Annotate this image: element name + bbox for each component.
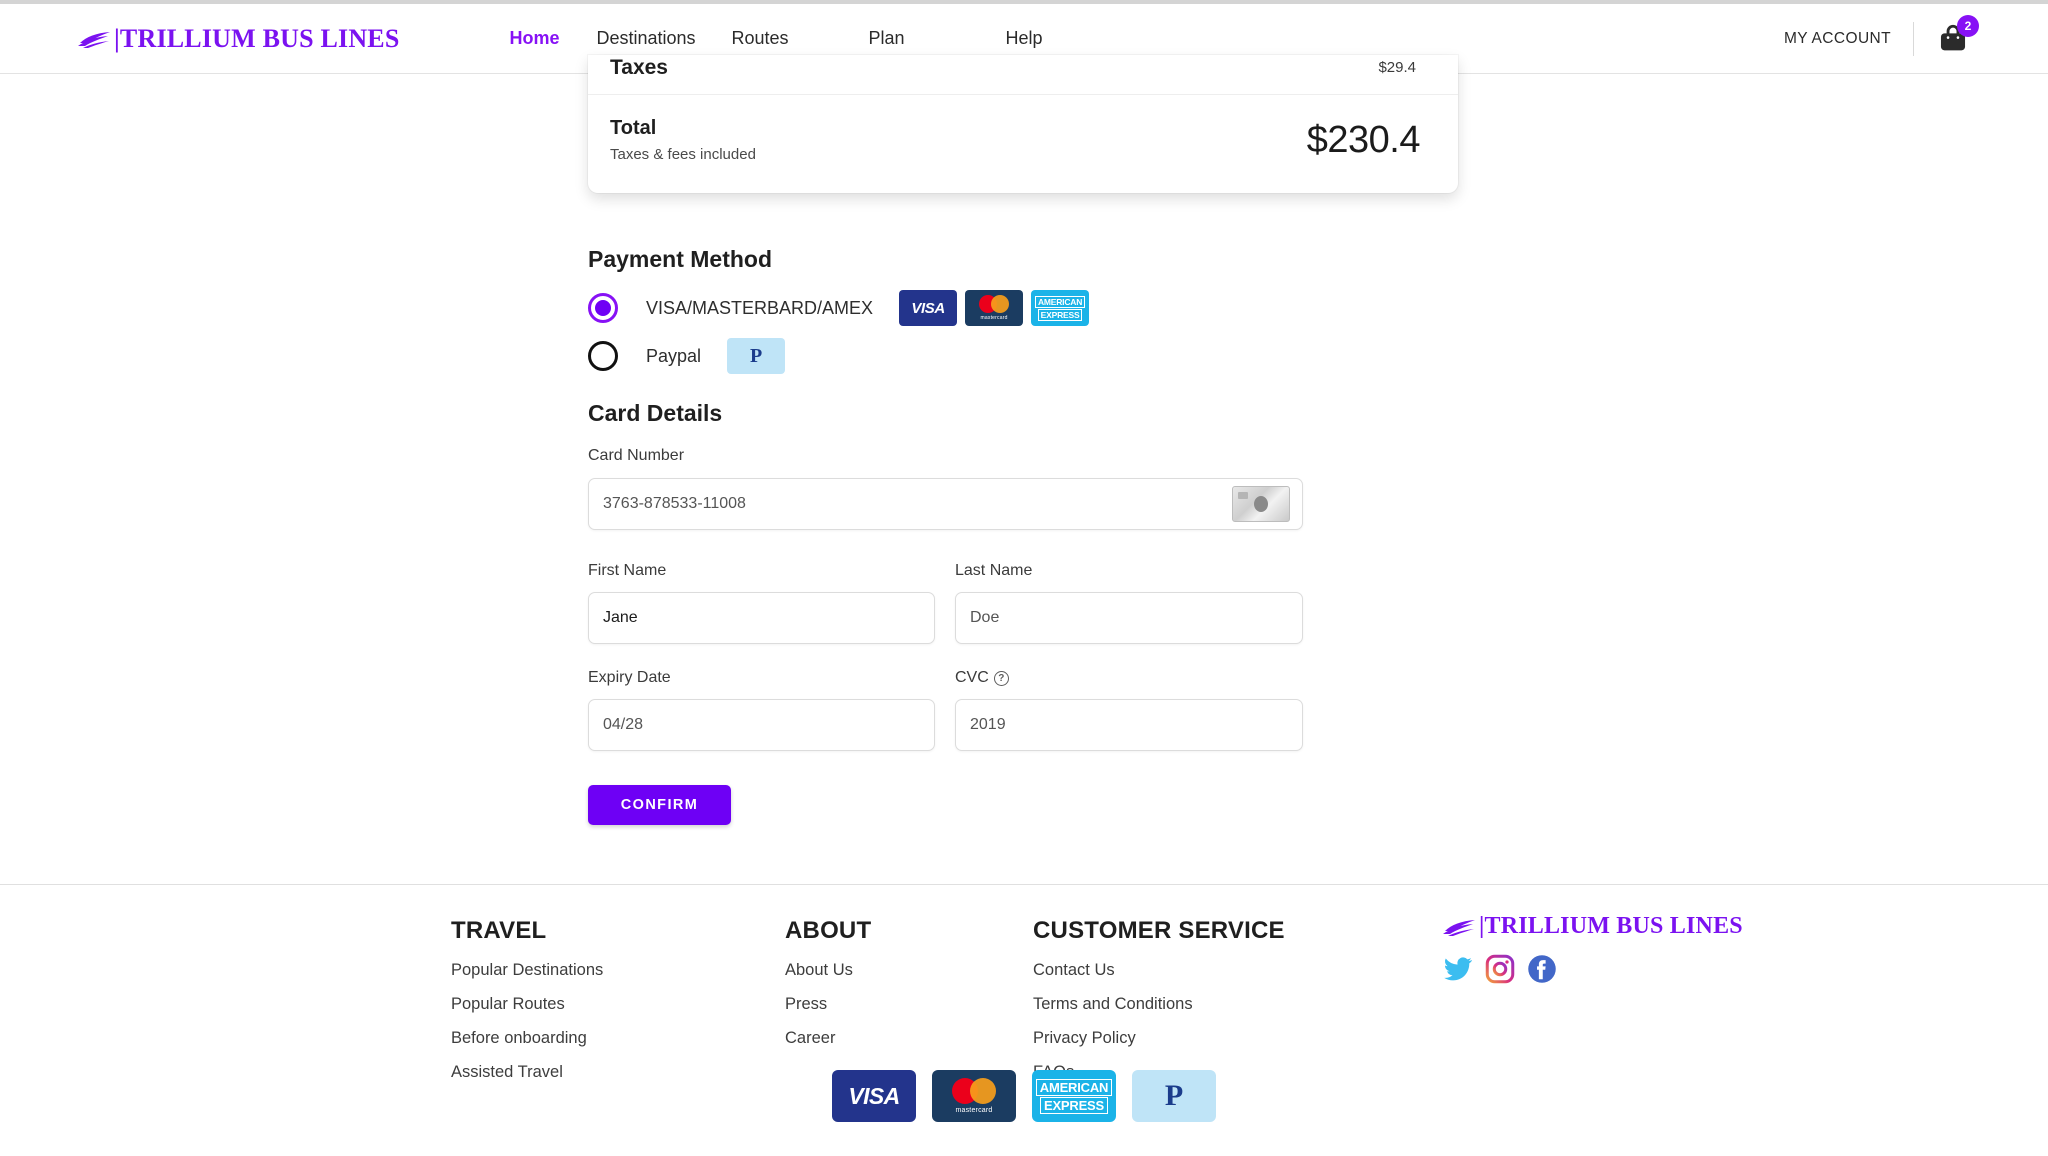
footer-link-career[interactable]: Career <box>785 1029 871 1048</box>
total-label: Total <box>610 117 756 140</box>
payment-option-paypal-label: Paypal <box>646 346 701 367</box>
my-account-link[interactable]: MY ACCOUNT <box>1784 30 1891 48</box>
footer-logo[interactable]: |TRILLIUM BUS LINES <box>1443 913 1743 940</box>
site-logo[interactable]: |TRILLIUM BUS LINES <box>78 24 400 54</box>
footer-column-about: ABOUT About Us Press Career <box>785 917 871 1063</box>
taxes-value: $29.4 <box>1378 59 1416 76</box>
footer-paypal-logo-icon: P <box>1132 1070 1216 1122</box>
last-name-label: Last Name <box>955 562 1032 580</box>
header-divider <box>1913 22 1914 56</box>
visa-logo-icon: VISA <box>899 290 957 326</box>
facebook-icon[interactable] <box>1527 954 1557 984</box>
first-name-input[interactable] <box>589 609 934 627</box>
twitter-icon[interactable] <box>1443 954 1473 984</box>
footer-link-before-onboarding[interactable]: Before onboarding <box>451 1029 603 1048</box>
footer-link-about-us[interactable]: About Us <box>785 961 871 980</box>
footer-link-terms[interactable]: Terms and Conditions <box>1033 995 1285 1014</box>
checkout-page: |TRILLIUM BUS LINES Home Destinations Ro… <box>0 0 2048 1156</box>
payment-option-paypal[interactable]: Paypal P <box>588 338 785 374</box>
footer-payment-logos: VISA mastercard AMERICANEXPRESS P <box>0 1070 2048 1122</box>
first-name-label: First Name <box>588 562 666 580</box>
payment-option-card[interactable]: VISA/MASTERBARD/AMEX VISA mastercard AME… <box>588 290 1089 326</box>
footer-cs-title: CUSTOMER SERVICE <box>1033 917 1285 945</box>
footer-link-privacy[interactable]: Privacy Policy <box>1033 1029 1285 1048</box>
mastercard-logo-icon: mastercard <box>965 290 1023 326</box>
card-brand-logos: VISA mastercard AMERICANEXPRESS <box>899 290 1089 326</box>
cart-badge-count: 2 <box>1957 15 1979 37</box>
expiry-date-label: Expiry Date <box>588 669 671 687</box>
header-actions: MY ACCOUNT 2 <box>1784 4 1970 74</box>
radio-paypal-unselected[interactable] <box>588 341 618 371</box>
site-footer: TRAVEL Popular Destinations Popular Rout… <box>0 885 2048 1156</box>
footer-amex-logo-icon: AMERICANEXPRESS <box>1032 1070 1116 1122</box>
nav-item-home[interactable]: Home <box>510 28 560 49</box>
last-name-input[interactable] <box>956 609 1302 627</box>
first-name-field[interactable] <box>588 592 935 644</box>
confirm-button[interactable]: CONFIRM <box>588 785 731 825</box>
cart-button[interactable]: 2 <box>1936 22 1970 56</box>
card-number-field[interactable] <box>588 478 1303 530</box>
radio-card-selected[interactable] <box>588 293 618 323</box>
footer-brand-block: |TRILLIUM BUS LINES <box>1443 913 1743 984</box>
card-details-heading: Card Details <box>588 400 722 427</box>
total-subtext: Taxes & fees included <box>610 146 756 163</box>
nav-item-plan[interactable]: Plan <box>869 28 905 49</box>
payment-option-card-label: VISA/MASTERBARD/AMEX <box>646 298 873 319</box>
card-number-input[interactable] <box>589 495 1232 513</box>
nav-item-destinations[interactable]: Destinations <box>597 28 696 49</box>
footer-mastercard-logo-icon: mastercard <box>932 1070 1016 1122</box>
footer-about-title: ABOUT <box>785 917 871 945</box>
wing-logo-icon <box>78 29 112 49</box>
expiry-date-field[interactable] <box>588 699 935 751</box>
footer-link-contact-us[interactable]: Contact Us <box>1033 961 1285 980</box>
footer-link-popular-routes[interactable]: Popular Routes <box>451 995 603 1014</box>
expiry-date-input[interactable] <box>589 716 934 734</box>
cvc-label-group: CVC ? <box>955 669 1009 687</box>
last-name-field[interactable] <box>955 592 1303 644</box>
main-navigation: Home Destinations Routes Plan Help <box>510 28 1145 49</box>
footer-link-press[interactable]: Press <box>785 995 871 1014</box>
site-logo-text: |TRILLIUM BUS LINES <box>114 24 400 54</box>
summary-row-total: Total Taxes & fees included $230.4 <box>588 95 1458 193</box>
total-amount: $230.4 <box>1307 119 1420 162</box>
nav-item-help[interactable]: Help <box>1006 28 1043 49</box>
paypal-logo-icon: P <box>727 338 785 374</box>
footer-travel-title: TRAVEL <box>451 917 603 945</box>
nav-item-routes[interactable]: Routes <box>732 28 789 49</box>
question-mark-icon[interactable]: ? <box>994 671 1009 686</box>
amex-logo-icon: AMERICANEXPRESS <box>1031 290 1089 326</box>
wing-logo-icon <box>1443 917 1477 937</box>
credit-card-thumbnail-icon <box>1232 486 1290 522</box>
social-links <box>1443 954 1743 984</box>
order-summary-card: Taxes $29.4 Total Taxes & fees included … <box>588 55 1458 193</box>
footer-logo-text: |TRILLIUM BUS LINES <box>1479 913 1743 940</box>
summary-row-taxes: Taxes $29.4 <box>588 55 1458 95</box>
taxes-label: Taxes <box>610 56 668 80</box>
card-number-label: Card Number <box>588 447 684 465</box>
instagram-icon[interactable] <box>1485 954 1515 984</box>
payment-method-heading: Payment Method <box>588 246 772 273</box>
cvc-input[interactable] <box>956 716 1302 734</box>
cvc-label: CVC <box>955 669 989 687</box>
footer-link-popular-destinations[interactable]: Popular Destinations <box>451 961 603 980</box>
cvc-field[interactable] <box>955 699 1303 751</box>
footer-visa-logo-icon: VISA <box>832 1070 916 1122</box>
